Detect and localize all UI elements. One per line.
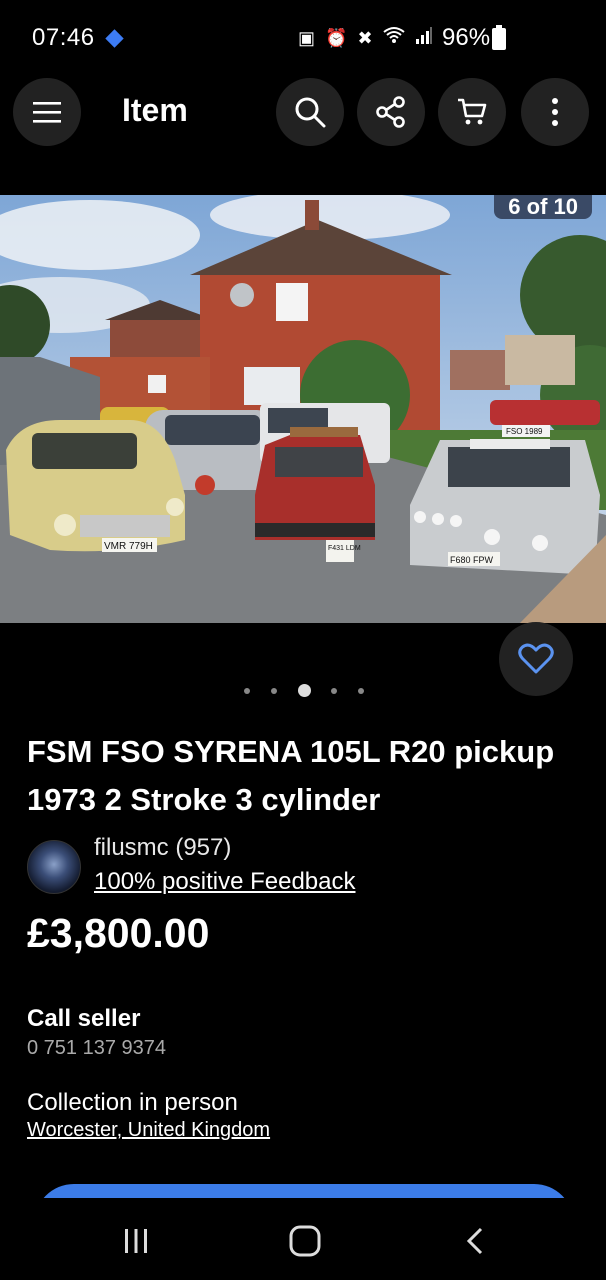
seller-feedback-link[interactable]: 100% positive Feedback bbox=[94, 868, 356, 896]
plate-red-car: F431 LDM bbox=[328, 545, 361, 552]
item-photo: VMR 779H F431 LDM F680 FPW FSO 1989 bbox=[0, 195, 606, 623]
battery-percent: 96% bbox=[442, 24, 491, 51]
recent-apps-icon bbox=[125, 1229, 147, 1253]
gallery-pagination bbox=[244, 684, 385, 697]
status-time: 07:46 bbox=[32, 24, 95, 51]
recent-apps-button[interactable] bbox=[116, 1224, 156, 1258]
pagination-dot[interactable] bbox=[358, 687, 364, 694]
pagination-dot[interactable] bbox=[244, 687, 250, 694]
seller-phone[interactable]: 0 751 137 9374 bbox=[27, 1037, 166, 1060]
share-icon bbox=[376, 96, 405, 128]
location-diamond-icon bbox=[105, 29, 124, 48]
pagination-dot[interactable] bbox=[331, 687, 337, 694]
wifi-icon bbox=[382, 26, 405, 50]
status-bar: 07:46 ▣ ⏰ ✖ 96% bbox=[0, 0, 606, 80]
more-icon bbox=[552, 98, 558, 126]
mute-icon: ✖ bbox=[357, 28, 373, 48]
search-icon bbox=[295, 97, 326, 128]
call-seller-label: Call seller bbox=[27, 1005, 141, 1032]
pagination-dot-active[interactable] bbox=[298, 684, 311, 697]
plate-syrena: VMR 779H bbox=[104, 541, 153, 552]
cart-icon bbox=[458, 98, 487, 125]
signal-icon bbox=[415, 26, 433, 50]
search-button[interactable] bbox=[276, 78, 344, 146]
item-photo-gallery[interactable]: VMR 779H F431 LDM F680 FPW FSO 1989 bbox=[0, 195, 606, 623]
listing-title: FSM FSO SYRENA 105L R20 pickup 1973 2 St… bbox=[27, 734, 555, 817]
system-nav-bar bbox=[0, 1198, 606, 1280]
home-icon bbox=[289, 1225, 321, 1257]
menu-icon bbox=[33, 102, 61, 123]
heart-icon bbox=[518, 643, 554, 674]
seller-avatar[interactable] bbox=[27, 840, 81, 894]
back-icon bbox=[466, 1227, 483, 1255]
cart-button[interactable] bbox=[438, 78, 506, 146]
more-options-button[interactable] bbox=[521, 78, 589, 146]
plate-golf: F680 FPW bbox=[450, 555, 494, 565]
battery-icon bbox=[492, 25, 506, 50]
collection-label: Collection in person bbox=[27, 1089, 238, 1116]
page-title: Item bbox=[122, 92, 188, 128]
listing-price: £3,800.00 bbox=[27, 910, 210, 956]
home-button[interactable] bbox=[285, 1224, 325, 1258]
collection-location-link[interactable]: Worcester, United Kingdom bbox=[27, 1119, 270, 1142]
share-button[interactable] bbox=[357, 78, 425, 146]
plate-sign: FSO 1989 bbox=[506, 427, 543, 436]
watch-button[interactable] bbox=[499, 622, 573, 696]
photo-counter: 6 of 10 bbox=[494, 195, 592, 219]
lock-badge-icon: ▣ bbox=[298, 28, 316, 48]
alarm-icon: ⏰ bbox=[325, 28, 348, 48]
menu-button[interactable] bbox=[13, 78, 81, 146]
back-button[interactable] bbox=[455, 1224, 495, 1258]
app-bar: Item bbox=[0, 78, 606, 148]
seller-name[interactable]: filusmc (957) bbox=[94, 834, 231, 862]
status-icons: ▣ ⏰ ✖ bbox=[298, 26, 433, 50]
pagination-dot[interactable] bbox=[271, 687, 277, 694]
